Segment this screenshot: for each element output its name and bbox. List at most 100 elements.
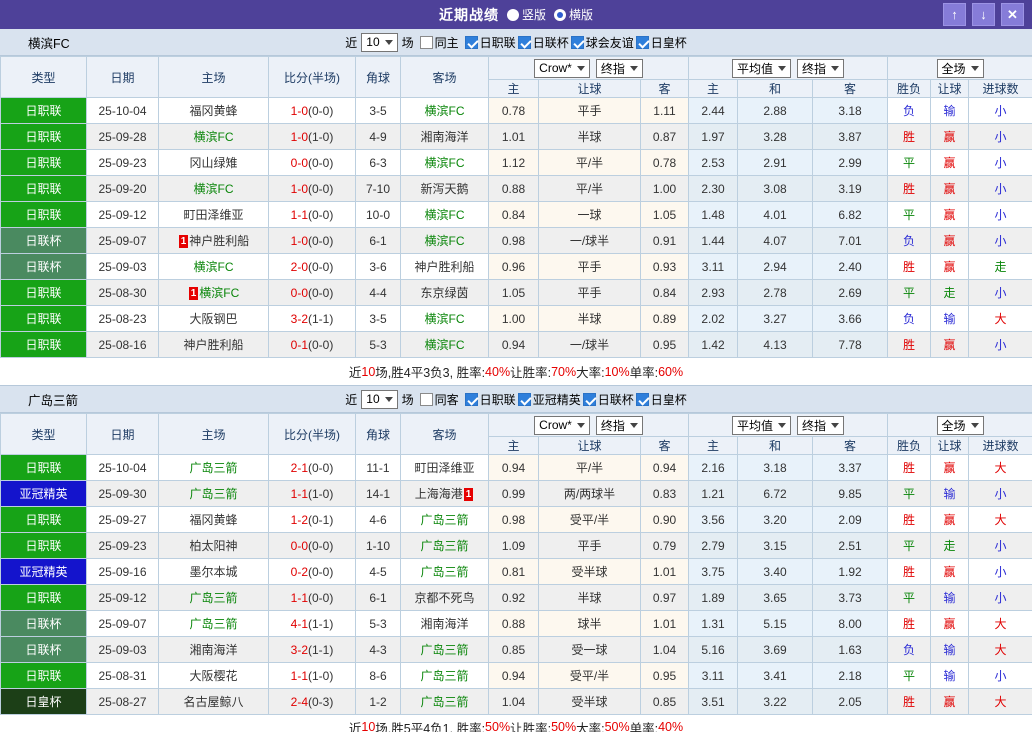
sub-header-handicap-result: 让球 <box>930 436 970 455</box>
team-name: 广岛三箭 <box>28 393 79 408</box>
checkbox-checked-icon[interactable] <box>464 35 478 49</box>
handicap-away-odds: 0.94 <box>640 454 689 481</box>
corner-cell: 3-5 <box>355 305 401 332</box>
corner-cell: 5-3 <box>355 610 401 637</box>
match-date-cell: 25-09-07 <box>86 610 159 637</box>
recent-count-select[interactable]: 10 <box>361 389 398 409</box>
match-date-cell: 25-08-23 <box>86 305 159 332</box>
checkbox-unchecked-icon[interactable] <box>419 392 433 406</box>
odds-stage-select[interactable]: 终指 <box>595 58 643 78</box>
euro-home-odds: 3.56 <box>688 506 738 533</box>
league-filter[interactable]: 球会友谊 <box>570 34 634 51</box>
checkbox-checked-icon[interactable] <box>464 392 478 406</box>
euro-away-odds: 2.05 <box>811 688 889 715</box>
fulltime-select[interactable]: 全场 <box>936 415 984 435</box>
fulltime-score: 2-0 <box>290 259 308 274</box>
handicap-home-odds: 0.92 <box>488 584 539 611</box>
close-button[interactable]: ✕ <box>1001 3 1024 26</box>
average-stage-select[interactable]: 终指 <box>797 415 845 435</box>
handicap-line: 平/半 <box>538 149 641 176</box>
away-team-cell: 横滨FC <box>400 97 489 124</box>
league-filter[interactable]: 日职联 <box>464 391 516 408</box>
layout-radio-horizontal[interactable]: 横版 <box>554 6 593 23</box>
team-name-text: 横滨FC <box>424 312 465 326</box>
league-filter[interactable]: 日联杯 <box>582 391 634 408</box>
sub-header-ah-away: 客 <box>640 436 689 455</box>
fulltime-select-value: 全场 <box>941 418 966 433</box>
fulltime-select[interactable]: 全场 <box>936 58 984 78</box>
result-outcome-cell: 胜 <box>887 610 932 637</box>
same-venue-filter[interactable]: 同客 <box>419 391 459 408</box>
match-row: 亚冠精英 25-09-30 广岛三箭 1-1(1-0) 14-1 上海海港 1 0.99 两/两… <box>0 480 1032 507</box>
league-filter[interactable]: 日皇杯 <box>635 391 687 408</box>
match-date-cell: 25-09-12 <box>86 201 159 228</box>
euro-draw-odds: 6.72 <box>737 480 813 507</box>
move-up-button[interactable]: ↑ <box>943 3 966 26</box>
euro-away-odds: 8.00 <box>811 610 889 637</box>
summary-segment: 60% <box>658 364 684 379</box>
match-row: 日联杯 25-09-03 湘南海洋 3-2(1-1) 4-3 广岛三箭 0.85 受一球 1.0… <box>0 636 1032 663</box>
match-row: 日职联 25-08-30 1 横滨FC 0-0(0-0) 4-4 东京绿茵 1.05 平手 0.8… <box>0 279 1032 306</box>
checkbox-checked-icon[interactable] <box>635 392 649 406</box>
euro-home-odds: 2.30 <box>688 175 738 202</box>
sub-header-eu-draw: 和 <box>737 436 813 455</box>
match-type-cell: 日职联 <box>0 97 87 124</box>
league-filter-label: 日皇杯 <box>650 35 687 50</box>
league-filter[interactable]: 日联杯 <box>517 34 569 51</box>
checkbox-checked-icon[interactable] <box>582 392 596 406</box>
same-venue-filter[interactable]: 同主 <box>419 34 459 51</box>
handicap-away-odds: 0.89 <box>640 305 689 332</box>
checkbox-unchecked-icon[interactable] <box>419 35 433 49</box>
col-header-date: 日期 <box>86 56 159 98</box>
col-header-away: 客场 <box>400 413 489 455</box>
league-filter-label: 日皇杯 <box>650 392 687 407</box>
checkbox-checked-icon[interactable] <box>517 35 531 49</box>
result-outcome-cell: 胜 <box>887 123 932 150</box>
match-row: 日职联 25-09-28 横滨FC 1-0(1-0) 4-9 湘南海洋 1.01 半球 0.87… <box>0 123 1032 150</box>
average-select[interactable]: 平均值 <box>731 415 791 435</box>
recent-count-value: 10 <box>366 35 380 49</box>
odds-stage-select[interactable]: 终指 <box>595 415 643 435</box>
league-filter[interactable]: 日职联 <box>464 34 516 51</box>
result-goals-cell: 小 <box>968 123 1032 150</box>
handicap-home-odds: 0.99 <box>488 480 539 507</box>
chevron-down-icon <box>831 65 840 71</box>
radio-unchecked-icon[interactable] <box>506 8 519 21</box>
handicap-home-odds: 0.81 <box>488 558 539 585</box>
average-select-value: 平均值 <box>736 61 773 76</box>
match-type-cell: 日职联 <box>0 584 87 611</box>
handicap-away-odds: 0.97 <box>640 584 689 611</box>
match-row: 日职联 25-09-23 冈山绿雉 0-0(0-0) 6-3 横滨FC 1.12 平/半 0.7… <box>0 149 1032 176</box>
handicap-line: 两/两球半 <box>538 480 641 507</box>
layout-radio-vertical[interactable]: 竖版 <box>506 6 546 23</box>
corner-cell: 14-1 <box>355 480 401 507</box>
league-filter[interactable]: 亚冠精英 <box>517 391 581 408</box>
match-date-cell: 25-09-23 <box>86 149 159 176</box>
away-team-cell: 广岛三箭 <box>400 558 489 585</box>
average-select[interactable]: 平均值 <box>731 58 791 78</box>
bookmaker-select[interactable]: Crow* <box>534 415 590 435</box>
checkbox-checked-icon[interactable] <box>635 35 649 49</box>
sub-header-eu-away: 客 <box>811 79 889 98</box>
handicap-away-odds: 1.04 <box>640 636 689 663</box>
average-stage-select[interactable]: 终指 <box>797 58 845 78</box>
handicap-home-odds: 0.94 <box>488 331 539 358</box>
checkbox-checked-icon[interactable] <box>517 392 531 406</box>
halftime-score: (1-1) <box>308 616 334 631</box>
fulltime-score: 1-1 <box>290 668 308 683</box>
bookmaker-select[interactable]: Crow* <box>534 58 590 78</box>
away-team-cell: 横滨FC <box>400 149 489 176</box>
radio-checked-icon[interactable] <box>554 8 566 21</box>
recent-count-select[interactable]: 10 <box>361 32 398 52</box>
checkbox-checked-icon[interactable] <box>570 35 584 49</box>
move-down-button[interactable]: ↓ <box>972 3 995 26</box>
handicap-line: 半球 <box>538 305 641 332</box>
fulltime-score: 1-2 <box>290 512 308 527</box>
corner-cell: 6-1 <box>355 227 401 254</box>
handicap-away-odds: 0.91 <box>640 227 689 254</box>
league-filter[interactable]: 日皇杯 <box>635 34 687 51</box>
radio-horizontal-label: 横版 <box>569 8 594 22</box>
handicap-away-odds: 0.84 <box>640 279 689 306</box>
match-date-cell: 25-08-30 <box>86 279 159 306</box>
fulltime-score: 1-0 <box>290 233 308 248</box>
